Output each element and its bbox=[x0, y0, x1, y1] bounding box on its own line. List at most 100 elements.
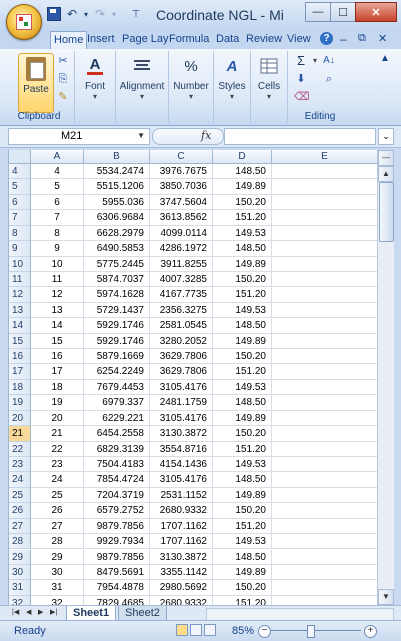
cell-b[interactable]: 6490.5853 bbox=[84, 241, 150, 257]
cell-b[interactable]: 6229.221 bbox=[84, 410, 150, 427]
cell-b[interactable]: 6628.2979 bbox=[84, 225, 150, 242]
cell-d[interactable]: 149.53 bbox=[213, 379, 272, 396]
cell-c[interactable]: 3280.2052 bbox=[150, 333, 213, 350]
cell-e[interactable] bbox=[272, 534, 378, 550]
zoom-slider[interactable] bbox=[271, 630, 361, 631]
find-select-icon[interactable]: ⌕ bbox=[322, 73, 336, 85]
cell-a[interactable]: 14 bbox=[31, 318, 84, 334]
name-box-dropdown-icon[interactable]: ▼ bbox=[137, 131, 145, 140]
cell-a[interactable]: 13 bbox=[31, 302, 84, 319]
number-button[interactable]: % Number ▾ bbox=[171, 53, 211, 102]
select-all-corner[interactable] bbox=[9, 150, 31, 164]
cell-c[interactable]: 4286.1972 bbox=[150, 241, 213, 257]
tab-data[interactable]: Data bbox=[213, 31, 242, 48]
paste-button[interactable]: Paste bbox=[18, 53, 54, 113]
cell-b[interactable]: 5729.1437 bbox=[84, 302, 150, 319]
copy-icon[interactable]: ⎘ bbox=[56, 73, 70, 85]
cell-e[interactable] bbox=[272, 503, 378, 519]
zoom-in-button[interactable]: + bbox=[364, 625, 377, 638]
cell-d[interactable]: 150.20 bbox=[213, 503, 272, 519]
row-header[interactable]: 24 bbox=[9, 472, 31, 488]
minimize-button[interactable]: — bbox=[305, 2, 331, 22]
cell-a[interactable]: 28 bbox=[31, 534, 84, 550]
scroll-thumb[interactable] bbox=[379, 182, 394, 242]
cell-a[interactable]: 25 bbox=[31, 487, 84, 504]
cell-b[interactable]: 5534.2474 bbox=[84, 164, 150, 180]
redo-button[interactable]: ↷ bbox=[92, 6, 108, 22]
cell-c[interactable]: 3850.7036 bbox=[150, 179, 213, 195]
cell-c[interactable]: 2356.3275 bbox=[150, 302, 213, 319]
zoom-level[interactable]: 85% bbox=[232, 625, 254, 637]
help-icon[interactable]: ? bbox=[320, 32, 333, 45]
cell-a[interactable]: 20 bbox=[31, 410, 84, 427]
cell-b[interactable]: 6579.2752 bbox=[84, 503, 150, 519]
cell-e[interactable] bbox=[272, 426, 378, 442]
column-header-e[interactable]: E bbox=[272, 150, 378, 164]
expand-formula-bar-icon[interactable]: ⌄ bbox=[378, 128, 394, 145]
tab-formulas[interactable]: Formula bbox=[166, 31, 212, 48]
cell-d[interactable]: 149.53 bbox=[213, 225, 272, 242]
row-header[interactable]: 28 bbox=[9, 534, 31, 550]
cell-a[interactable]: 5 bbox=[31, 179, 84, 195]
cell-e[interactable] bbox=[272, 318, 378, 334]
cell-d[interactable]: 151.20 bbox=[213, 364, 272, 380]
split-handle[interactable]: — bbox=[378, 150, 394, 166]
page-break-view-button[interactable] bbox=[204, 624, 216, 636]
name-box[interactable]: M21 ▼ bbox=[8, 128, 150, 145]
row-header[interactable]: 26 bbox=[9, 503, 31, 519]
row-header[interactable]: 29 bbox=[9, 549, 31, 565]
cell-d[interactable]: 149.89 bbox=[213, 487, 272, 504]
cell-d[interactable]: 148.50 bbox=[213, 395, 272, 411]
cell-e[interactable] bbox=[272, 164, 378, 180]
cell-d[interactable]: 151.20 bbox=[213, 210, 272, 226]
ribbon-collapse-icon[interactable]: ▲ bbox=[380, 53, 390, 64]
cell-d[interactable]: 149.89 bbox=[213, 256, 272, 272]
cell-a[interactable]: 16 bbox=[31, 349, 84, 365]
cell-e[interactable] bbox=[272, 241, 378, 257]
cell-a[interactable]: 7 bbox=[31, 210, 84, 226]
row-header[interactable]: 16 bbox=[9, 349, 31, 365]
vertical-scrollbar[interactable]: — ▲ ▼ bbox=[377, 150, 394, 605]
cell-b[interactable]: 9879.7856 bbox=[84, 549, 150, 565]
cell-c[interactable]: 2680.9332 bbox=[150, 595, 213, 605]
cell-d[interactable]: 151.20 bbox=[213, 595, 272, 605]
cell-a[interactable]: 4 bbox=[31, 164, 84, 180]
row-header[interactable]: 18 bbox=[9, 379, 31, 396]
cell-a[interactable]: 6 bbox=[31, 194, 84, 211]
row-header[interactable]: 14 bbox=[9, 318, 31, 334]
cell-c[interactable]: 3105.4176 bbox=[150, 410, 213, 427]
cell-a[interactable]: 27 bbox=[31, 518, 84, 535]
cell-a[interactable]: 15 bbox=[31, 333, 84, 350]
row-header[interactable]: 31 bbox=[9, 580, 31, 596]
cell-d[interactable]: 148.50 bbox=[213, 549, 272, 565]
cut-icon[interactable]: ✂ bbox=[56, 55, 70, 67]
autosum-dropdown-icon[interactable]: ▾ bbox=[308, 55, 322, 67]
cell-e[interactable] bbox=[272, 364, 378, 380]
styles-button[interactable]: A Styles ▾ bbox=[216, 53, 248, 102]
cell-c[interactable]: 3976.7675 bbox=[150, 164, 213, 180]
formula-input[interactable] bbox=[224, 128, 376, 145]
page-layout-view-button[interactable] bbox=[190, 624, 202, 636]
cell-a[interactable]: 30 bbox=[31, 564, 84, 581]
tab-home[interactable]: Home bbox=[50, 31, 88, 49]
cell-d[interactable]: 148.50 bbox=[213, 241, 272, 257]
cell-d[interactable]: 151.20 bbox=[213, 441, 272, 457]
cell-c[interactable]: 3747.5604 bbox=[150, 194, 213, 211]
cell-c[interactable]: 3554.8716 bbox=[150, 441, 213, 457]
cell-d[interactable]: 150.20 bbox=[213, 349, 272, 365]
cell-d[interactable]: 149.53 bbox=[213, 456, 272, 473]
cell-c[interactable]: 3130.3872 bbox=[150, 549, 213, 565]
cells-button[interactable]: Cells ▾ bbox=[253, 53, 285, 101]
column-header-b[interactable]: B bbox=[84, 150, 150, 164]
cell-a[interactable]: 11 bbox=[31, 271, 84, 288]
cell-a[interactable]: 32 bbox=[31, 595, 84, 605]
redo-dropdown-icon[interactable]: ▾ bbox=[110, 6, 118, 22]
cell-d[interactable]: 150.20 bbox=[213, 194, 272, 211]
cell-b[interactable]: 5955.036 bbox=[84, 194, 150, 211]
row-header[interactable]: 30 bbox=[9, 564, 31, 581]
cell-d[interactable]: 149.89 bbox=[213, 333, 272, 350]
font-button[interactable]: A Font ▾ bbox=[82, 53, 108, 102]
undo-dropdown-icon[interactable]: ▾ bbox=[82, 6, 90, 22]
first-sheet-button[interactable]: |◀ bbox=[12, 608, 19, 616]
cell-b[interactable]: 8479.5691 bbox=[84, 564, 150, 581]
